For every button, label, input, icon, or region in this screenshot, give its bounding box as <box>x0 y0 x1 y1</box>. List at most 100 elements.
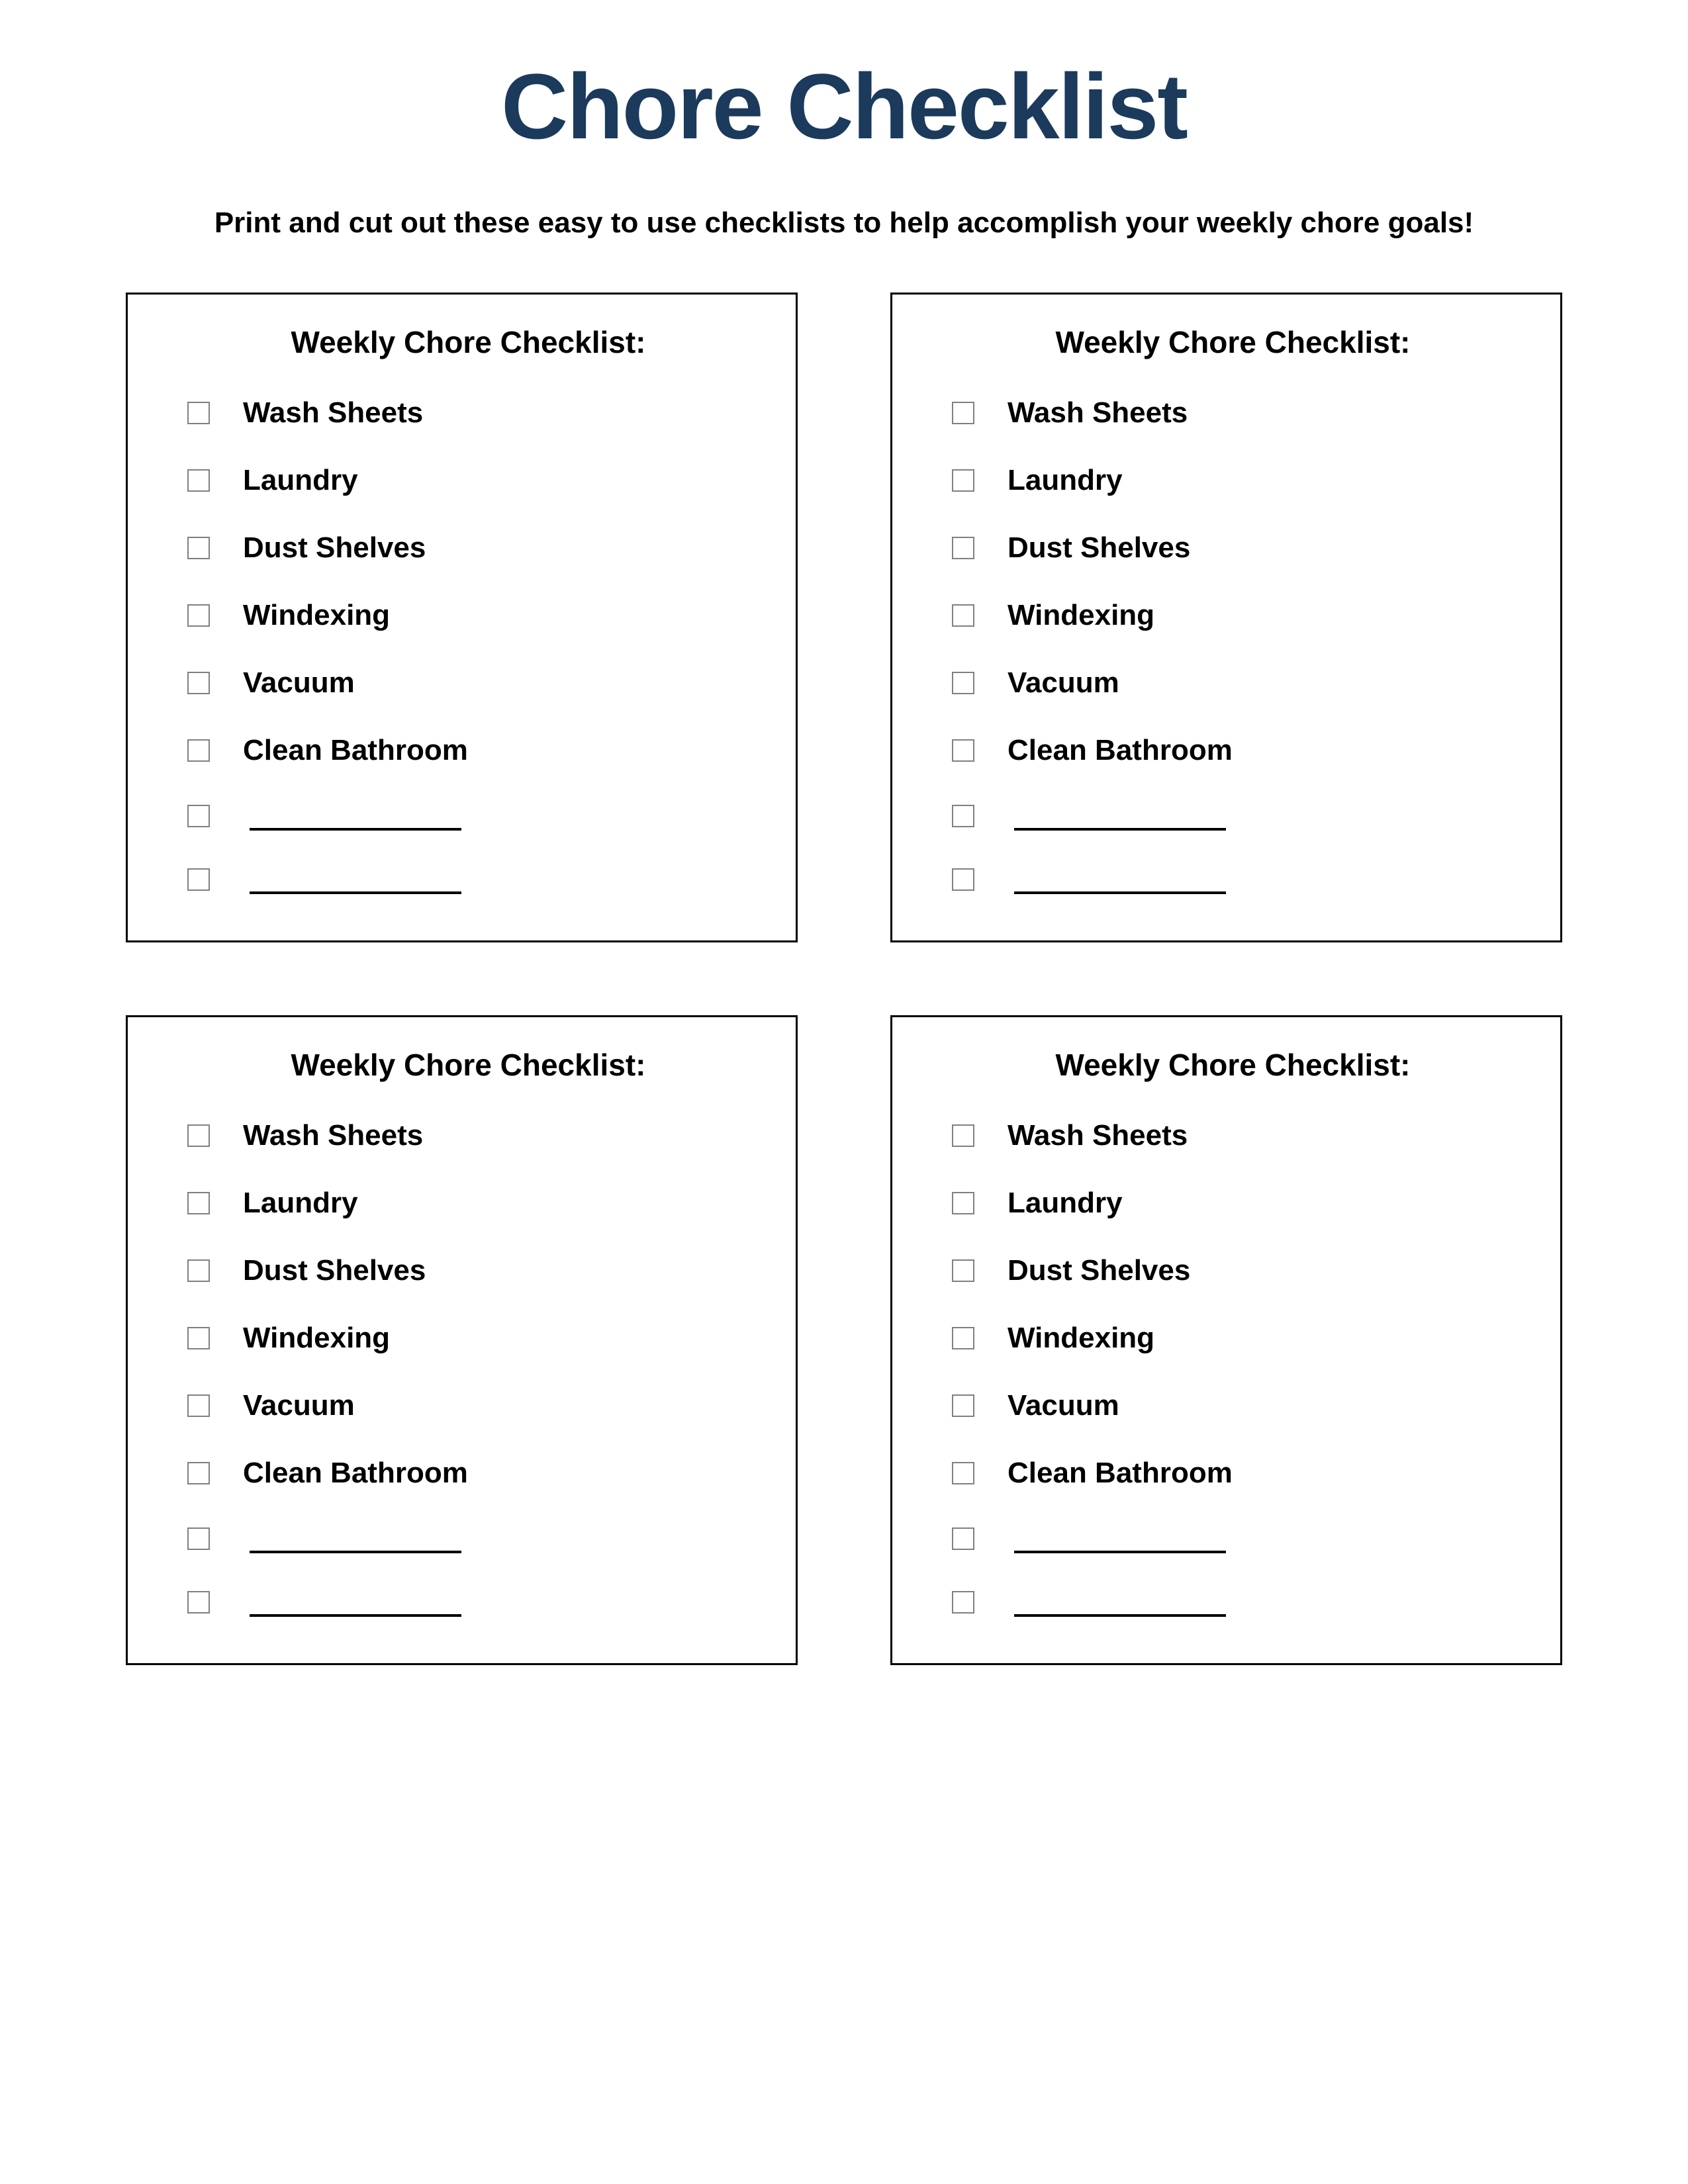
checklist-item-label: Dust Shelves <box>1008 531 1190 565</box>
checklist-item-label: Clean Bathroom <box>1008 1457 1233 1490</box>
checkbox-icon[interactable] <box>952 1259 974 1282</box>
checkbox-icon[interactable] <box>952 402 974 424</box>
checklist-item-label: Clean Bathroom <box>243 734 468 767</box>
checklist-item-label: Wash Sheets <box>243 1119 423 1152</box>
checklist-card: Weekly Chore Checklist: Wash Sheets Laundr… <box>890 293 1562 942</box>
checklist-item-label: Laundry <box>243 464 358 497</box>
blank-line[interactable] <box>1014 1524 1226 1553</box>
checklist-item: Wash Sheets <box>167 1119 769 1152</box>
checklist-item: Wash Sheets <box>167 396 769 430</box>
checklist-card: Weekly Chore Checklist: Wash Sheets Laundr… <box>126 293 798 942</box>
checklist-item: Dust Shelves <box>167 531 769 565</box>
checklist-item: Windexing <box>932 1322 1534 1355</box>
checklist-item-blank <box>932 1588 1534 1617</box>
checklist-item: Clean Bathroom <box>932 1457 1534 1490</box>
blank-line[interactable] <box>1014 1588 1226 1617</box>
checkbox-icon[interactable] <box>952 469 974 492</box>
checkbox-icon[interactable] <box>187 1192 210 1214</box>
checklist-item-label: Clean Bathroom <box>1008 734 1233 767</box>
checkbox-icon[interactable] <box>187 1527 210 1550</box>
checkbox-icon[interactable] <box>187 805 210 827</box>
checklist-item: Vacuum <box>167 666 769 700</box>
checklist-item: Windexing <box>167 1322 769 1355</box>
checkbox-icon[interactable] <box>952 868 974 891</box>
checkbox-icon[interactable] <box>187 469 210 492</box>
checklist-card: Weekly Chore Checklist: Wash Sheets Laundr… <box>890 1015 1562 1665</box>
checklist-item-label: Windexing <box>243 599 390 632</box>
checklist-item-blank <box>932 801 1534 831</box>
checklist-item-label: Vacuum <box>1008 1389 1119 1422</box>
checklist-item-label: Wash Sheets <box>1008 396 1188 430</box>
checklist-item: Clean Bathroom <box>932 734 1534 767</box>
checklist-item-label: Wash Sheets <box>1008 1119 1188 1152</box>
checklist-item: Vacuum <box>932 666 1534 700</box>
checkbox-icon[interactable] <box>187 537 210 559</box>
card-title: Weekly Chore Checklist: <box>167 324 769 360</box>
checklist-item-blank <box>932 1524 1534 1553</box>
checklist-item: Dust Shelves <box>167 1254 769 1287</box>
checklist-item: Vacuum <box>932 1389 1534 1422</box>
checkbox-icon[interactable] <box>187 1394 210 1417</box>
checkbox-icon[interactable] <box>952 739 974 762</box>
blank-line[interactable] <box>250 1588 461 1617</box>
checklist-item-label: Laundry <box>243 1187 358 1220</box>
blank-line[interactable] <box>250 801 461 831</box>
checklist-item-label: Laundry <box>1008 1187 1123 1220</box>
checkbox-icon[interactable] <box>187 672 210 694</box>
checkbox-icon[interactable] <box>187 1462 210 1484</box>
checkbox-icon[interactable] <box>952 1527 974 1550</box>
checkbox-icon[interactable] <box>187 1591 210 1614</box>
checkbox-icon[interactable] <box>952 1192 974 1214</box>
checkbox-icon[interactable] <box>952 1462 974 1484</box>
checkbox-icon[interactable] <box>187 1327 210 1349</box>
checklist-item-label: Vacuum <box>243 666 355 700</box>
checklist-item: Windexing <box>167 599 769 632</box>
checkbox-icon[interactable] <box>187 739 210 762</box>
checkbox-icon[interactable] <box>952 1394 974 1417</box>
checklist-item: Laundry <box>167 1187 769 1220</box>
checklist-item-label: Dust Shelves <box>243 531 426 565</box>
blank-line[interactable] <box>1014 801 1226 831</box>
blank-line[interactable] <box>250 865 461 894</box>
checklist-item: Dust Shelves <box>932 531 1534 565</box>
checklist-item-label: Windexing <box>243 1322 390 1355</box>
checkbox-icon[interactable] <box>952 1327 974 1349</box>
checklist-item: Wash Sheets <box>932 396 1534 430</box>
checkbox-icon[interactable] <box>187 1124 210 1147</box>
checklist-grid: Weekly Chore Checklist: Wash Sheets Laundr… <box>119 293 1569 1665</box>
checklist-item-label: Vacuum <box>243 1389 355 1422</box>
checklist-item-blank <box>167 1524 769 1553</box>
checkbox-icon[interactable] <box>952 604 974 627</box>
checkbox-icon[interactable] <box>187 868 210 891</box>
checklist-item-label: Laundry <box>1008 464 1123 497</box>
checklist-item: Vacuum <box>167 1389 769 1422</box>
page-title: Chore Checklist <box>119 53 1569 160</box>
checklist-item-label: Dust Shelves <box>1008 1254 1190 1287</box>
page-subtitle: Print and cut out these easy to use chec… <box>119 206 1569 240</box>
checkbox-icon[interactable] <box>952 537 974 559</box>
checklist-item-label: Wash Sheets <box>243 396 423 430</box>
card-title: Weekly Chore Checklist: <box>932 1047 1534 1083</box>
checkbox-icon[interactable] <box>952 1591 974 1614</box>
checklist-item: Windexing <box>932 599 1534 632</box>
checklist-item-blank <box>167 1588 769 1617</box>
checkbox-icon[interactable] <box>187 402 210 424</box>
checkbox-icon[interactable] <box>952 805 974 827</box>
blank-line[interactable] <box>250 1524 461 1553</box>
checkbox-icon[interactable] <box>952 672 974 694</box>
checklist-item-label: Clean Bathroom <box>243 1457 468 1490</box>
checklist-item: Dust Shelves <box>932 1254 1534 1287</box>
card-title: Weekly Chore Checklist: <box>932 324 1534 360</box>
checklist-item-label: Vacuum <box>1008 666 1119 700</box>
checklist-item-blank <box>932 865 1534 894</box>
checklist-item-label: Windexing <box>1008 599 1154 632</box>
checklist-item-blank <box>167 801 769 831</box>
checkbox-icon[interactable] <box>187 604 210 627</box>
checklist-card: Weekly Chore Checklist:Wash SheetsLaundr… <box>126 1015 798 1665</box>
checklist-item: Wash Sheets <box>932 1119 1534 1152</box>
checkbox-icon[interactable] <box>952 1124 974 1147</box>
checklist-item: Laundry <box>167 464 769 497</box>
checklist-item-label: Dust Shelves <box>243 1254 426 1287</box>
checkbox-icon[interactable] <box>187 1259 210 1282</box>
blank-line[interactable] <box>1014 865 1226 894</box>
